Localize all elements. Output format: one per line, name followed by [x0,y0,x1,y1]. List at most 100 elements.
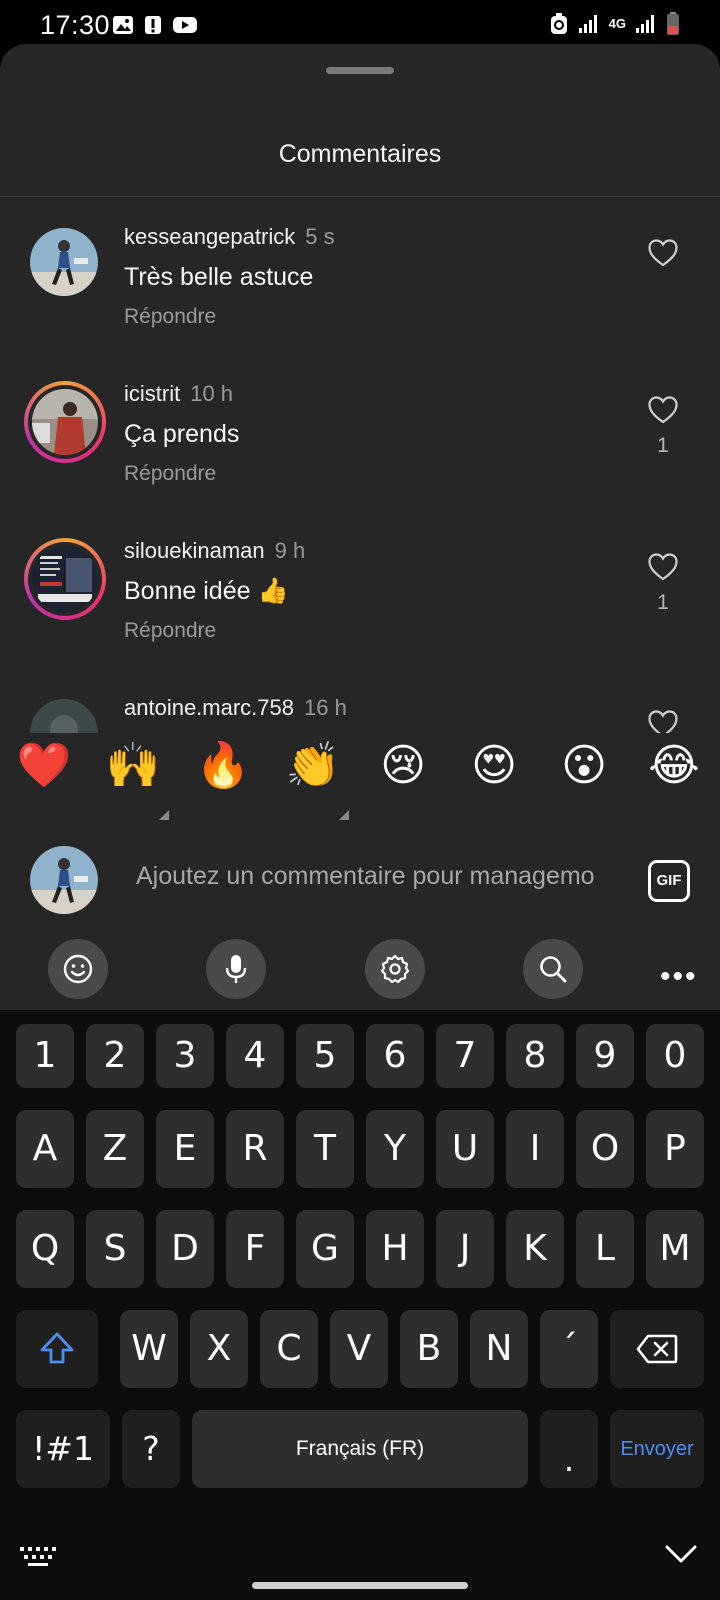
avatar[interactable] [30,228,98,296]
key-6[interactable]: 6 [366,1024,424,1088]
like-count[interactable]: 1 [640,591,686,615]
key-d[interactable]: D [156,1210,214,1288]
key-u[interactable]: U [436,1110,494,1188]
key-g[interactable]: G [296,1210,354,1288]
key-j[interactable]: J [436,1210,494,1288]
comment-time: 16 h [304,695,347,720]
key-7[interactable]: 7 [436,1024,494,1088]
status-time: 17:30 [40,10,111,40]
heart-icon[interactable] [648,396,678,424]
battery-icon [667,12,679,35]
comment-text: Très belle astuce [124,263,314,291]
emoji-fire-button[interactable]: 🔥 [193,736,253,796]
recycle-icon [550,13,567,34]
comment-item: antoine.marc.758 16 h [0,668,720,733]
reply-button[interactable]: Répondre [124,619,216,643]
key-2[interactable]: 2 [86,1024,144,1088]
emoji-raised-hands-button[interactable]: 🙌 [103,736,163,796]
key-1[interactable]: 1 [16,1024,74,1088]
keyboard-toolbar: ••• [0,930,720,1010]
emoji-reaction-bar: ❤️ 🙌 🔥 👏 😢 😍 😮 😂 [0,736,720,820]
emoji-heart-eyes-button[interactable]: 😍 [464,736,524,796]
voice-input-button[interactable] [206,939,266,999]
more-icon[interactable]: ••• [660,960,698,994]
search-icon [540,956,567,983]
keyboard-search-button[interactable] [523,939,583,999]
keyboard-settings-button[interactable] [365,939,425,999]
key-x[interactable]: X [190,1310,248,1388]
gif-button[interactable]: GIF [648,860,690,902]
period-key[interactable]: . [540,1410,598,1488]
key-p[interactable]: P [646,1110,704,1188]
emoji-surprised-button[interactable]: 😮 [554,736,614,796]
key-9[interactable]: 9 [576,1024,634,1088]
avatar[interactable] [30,699,98,733]
key-f[interactable]: F [226,1210,284,1288]
heart-icon[interactable] [648,553,678,581]
emoji-icon [63,954,93,984]
avatar[interactable] [24,538,106,620]
reply-button[interactable]: Répondre [124,462,216,486]
key-e[interactable]: E [156,1110,214,1188]
comment-text: Bonne idée 👍 [124,577,289,605]
comment-item: silouekinaman 9 h Bonne idée 👍 Répondre 1 [0,511,720,661]
key-c[interactable]: C [260,1310,318,1388]
heart-icon[interactable] [648,710,678,733]
key-n[interactable]: N [470,1310,528,1388]
emoji-heart-button[interactable]: ❤️ [14,736,74,796]
key-8[interactable]: 8 [506,1024,564,1088]
key-5[interactable]: 5 [296,1024,354,1088]
key-w[interactable]: W [120,1310,178,1388]
key-4[interactable]: 4 [226,1024,284,1088]
space-key[interactable]: Français (FR) [192,1410,528,1488]
like-count[interactable]: 1 [640,434,686,458]
keyboard-switch-icon[interactable] [20,1545,58,1569]
network-type: 4G [608,16,626,31]
key-s[interactable]: S [86,1210,144,1288]
comment-username[interactable]: silouekinaman 9 h [124,538,305,564]
reply-button[interactable]: Répondre [124,305,216,329]
key-o[interactable]: O [576,1110,634,1188]
heart-icon[interactable] [648,239,678,267]
key-0[interactable]: 0 [646,1024,704,1088]
backspace-key[interactable] [610,1310,704,1388]
key-y[interactable]: Y [366,1110,424,1188]
backspace-icon [636,1334,678,1364]
keyboard: 1 2 3 4 5 6 7 8 9 0 A Z E R T Y U I O P … [0,1010,720,1600]
symbols-key[interactable]: !#1 [16,1410,110,1488]
key-a[interactable]: A [16,1110,74,1188]
comment-username[interactable]: icistrit 10 h [124,381,233,407]
key-t[interactable]: T [296,1110,354,1188]
emoji-keyboard-button[interactable] [48,939,108,999]
key-l[interactable]: L [576,1210,634,1288]
key-3[interactable]: 3 [156,1024,214,1088]
home-indicator[interactable] [252,1582,468,1589]
key-h[interactable]: H [366,1210,424,1288]
key-r[interactable]: R [226,1110,284,1188]
comment-username[interactable]: kesseangepatrick 5 s [124,224,335,250]
shift-key[interactable] [16,1310,98,1388]
comments-list[interactable]: kesseangepatrick 5 s Très belle astuce Ré… [0,197,720,733]
key-k[interactable]: K [506,1210,564,1288]
emoji-laughing-button[interactable]: 😂 [644,736,704,796]
own-avatar [30,846,98,914]
emoji-variant-indicator [339,810,349,820]
comment-input[interactable]: Ajoutez un commentaire pour managemo [136,862,595,891]
status-system-icons: 4G [549,12,680,36]
emoji-clap-button[interactable]: 👏 [283,736,343,796]
key-i[interactable]: I [506,1110,564,1188]
alert-icon [145,16,161,34]
key-q[interactable]: Q [16,1210,74,1288]
key-b[interactable]: B [400,1310,458,1388]
hide-keyboard-icon[interactable] [664,1543,698,1565]
sheet-drag-handle[interactable] [326,67,394,74]
key-m[interactable]: M [646,1210,704,1288]
emoji-crying-button[interactable]: 😢 [373,736,433,796]
avatar[interactable] [24,381,106,463]
key-v[interactable]: V [330,1310,388,1388]
key-accent[interactable]: ´ [540,1310,598,1388]
send-key[interactable]: Envoyer [610,1410,704,1488]
question-key[interactable]: ? [122,1410,180,1488]
key-z[interactable]: Z [86,1110,144,1188]
comment-username[interactable]: antoine.marc.758 16 h [124,695,347,721]
